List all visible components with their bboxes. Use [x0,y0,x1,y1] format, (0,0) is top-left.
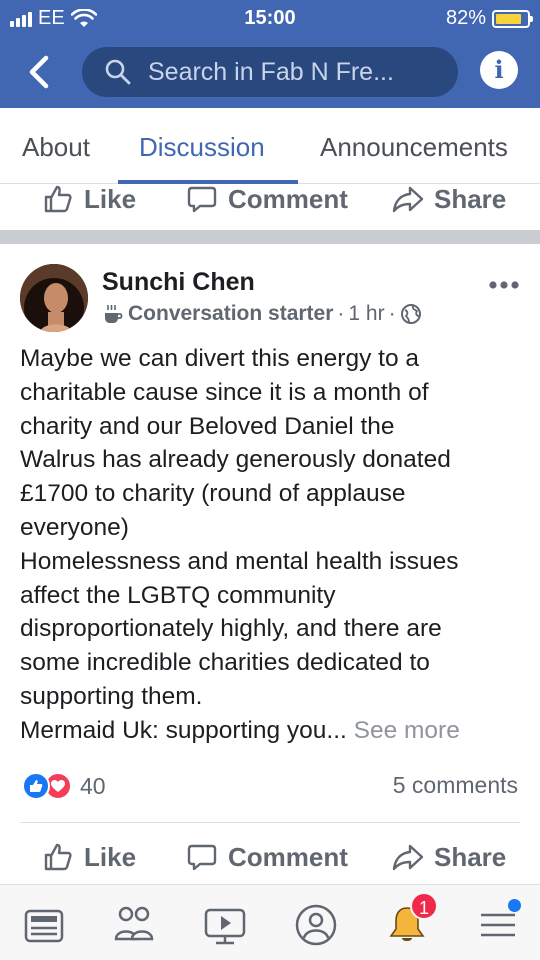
post-line: charitable cause since it is a month of [20,378,429,406]
post-line: affect the LGBTQ community [20,581,336,609]
share-icon [392,186,424,213]
more-options-icon[interactable] [488,280,520,290]
post-last-line: Mermaid Uk: supporting you... [20,716,347,744]
search-placeholder: Search in Fab N Fre... [148,57,394,86]
news-feed-tab[interactable] [22,903,66,947]
like-label: Like [84,183,137,214]
post-line: £1700 to charity (round of applause [20,480,406,508]
comment-button[interactable]: Comment [186,174,348,224]
share-label: Share [434,183,507,214]
top-bar: EE 15:00 82% Search in Fab N Fre... i [0,0,540,108]
search-input[interactable]: Search in Fab N Fre... [82,47,458,97]
info-icon: i [494,55,504,84]
post-actions: Like Comment Share [0,832,540,882]
bottom-nav: 1 [0,884,540,960]
comment-icon [187,186,217,213]
meta-dot: · [388,302,396,325]
watch-tab[interactable] [203,903,247,947]
watch-icon [204,908,246,945]
reaction-separator [20,822,520,823]
news-feed-icon [24,909,64,943]
status-bar: EE 15:00 82% [0,0,540,36]
comment-label: Comment [228,841,348,872]
post-body: Maybe we can divert this energy to a cha… [20,342,525,748]
post-author[interactable]: Sunchi Chen [102,268,255,297]
like-button[interactable]: Like [42,832,136,882]
notification-badge: 1 [410,892,438,920]
meta-dot: · [337,302,345,325]
group-tabs: About Discussion Announcements [0,108,540,184]
avatar-photo [20,264,88,332]
conversation-starter-badge: Conversation starter [128,302,334,325]
back-arrow-icon[interactable] [22,52,58,92]
tab-discussion[interactable]: Discussion [139,132,265,163]
profile-tab[interactable] [294,903,338,947]
post-line: supporting them. [20,682,203,710]
post-meta: Conversation starter · 1 hr · [102,302,422,326]
share-button[interactable]: Share [392,832,506,882]
groups-icon [114,906,154,941]
post-line: Homelessness and mental health issues [20,547,459,575]
like-reaction-icon [22,772,50,800]
share-icon [392,844,424,871]
post-divider [0,230,540,244]
reactions-summary[interactable]: 40 [22,770,106,802]
see-more-link[interactable]: See more [354,717,460,744]
post-time[interactable]: 1 hr [348,302,384,326]
globe-icon [400,304,421,324]
tab-about[interactable]: About [22,132,90,163]
profile-icon [295,904,337,946]
thumbs-up-icon [44,185,72,213]
post-line: Walrus has already generously donated [20,446,451,474]
post-line: disproportionately highly, and there are [20,615,442,643]
comments-count-link[interactable]: 5 comments [393,772,518,799]
tab-announcements[interactable]: Announcements [320,132,508,163]
like-button[interactable]: Like [42,174,136,224]
thumbs-up-icon [44,843,72,871]
post-line: everyone) [20,513,129,541]
search-icon [105,59,131,85]
share-label: Share [434,841,507,872]
post-line: Mermaid Uk: supporting you... See more [20,714,525,748]
coffee-cup-icon [105,305,123,323]
comment-icon [187,844,217,871]
post-line: charity and our Beloved Daniel the [20,412,395,440]
comment-button[interactable]: Comment [186,832,348,882]
battery-icon [492,9,533,28]
post-line: some incredible charities dedicated to [20,649,430,677]
avatar[interactable] [20,264,88,332]
battery-percent: 82% [445,7,486,29]
like-label: Like [84,841,137,872]
share-button[interactable]: Share [392,174,506,224]
comment-label: Comment [228,183,348,214]
reaction-count: 40 [80,772,106,799]
previous-post-actions: Like Comment Share [0,174,540,224]
menu-dot-badge [508,899,521,912]
post-line: Maybe we can divert this energy to a [20,345,420,372]
info-button[interactable]: i [480,51,518,89]
groups-tab[interactable] [112,903,156,947]
